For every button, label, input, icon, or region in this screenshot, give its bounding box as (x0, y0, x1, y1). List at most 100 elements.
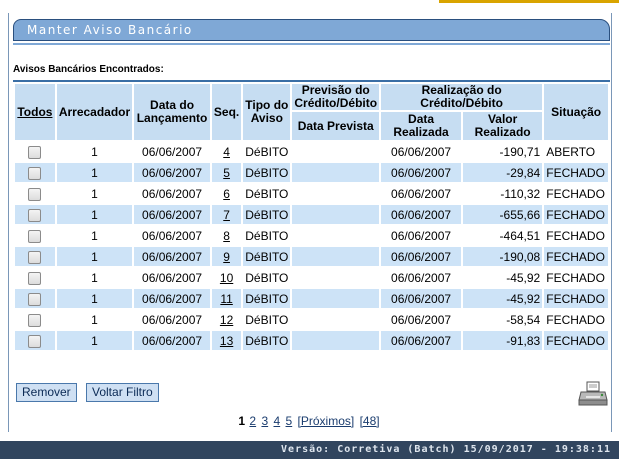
cell-seq: 7 (211, 205, 242, 224)
pager-page[interactable]: 4 (273, 414, 280, 428)
cell-valor: -29,84 (463, 163, 543, 182)
seq-link[interactable]: 7 (223, 208, 230, 222)
cell-data-prevista (292, 205, 380, 224)
pager-next-link[interactable]: [Próximos] (298, 414, 355, 428)
cell-valor: -91,83 (463, 331, 543, 350)
cell-data-realizada: 06/06/2007 (381, 163, 462, 182)
cell-seq: 5 (211, 163, 242, 182)
pager-page[interactable]: 5 (286, 414, 293, 428)
pager-page[interactable]: 2 (249, 414, 256, 428)
cell-valor: -190,08 (463, 247, 543, 266)
row-checkbox[interactable] (28, 166, 42, 180)
cell-situacao: FECHADO (544, 289, 608, 308)
cell-seq: 6 (211, 184, 242, 203)
row-checkbox[interactable] (28, 250, 42, 264)
cell-situacao: FECHADO (544, 310, 608, 329)
cell-data-prevista (292, 310, 380, 329)
row-checkbox-cell (15, 247, 55, 266)
cell-data-lancamento: 06/06/2007 (134, 226, 210, 245)
cell-data-prevista (292, 331, 380, 350)
row-checkbox-cell (15, 226, 55, 245)
cell-valor: -464,51 (463, 226, 543, 245)
table-row: 1 06/06/2007 6 DéBITO 06/06/2007 -110,32 FECHA… (15, 184, 608, 203)
row-checkbox[interactable] (28, 229, 42, 243)
cell-tipo: DéBITO (243, 226, 291, 245)
seq-link[interactable]: 10 (220, 271, 233, 285)
cell-seq: 10 (211, 268, 242, 287)
todos-link[interactable]: Todos (17, 105, 52, 119)
cell-data-realizada: 06/06/2007 (381, 310, 462, 329)
cell-data-realizada: 06/06/2007 (381, 226, 462, 245)
seq-link[interactable]: 9 (223, 250, 230, 264)
cell-data-lancamento: 06/06/2007 (134, 142, 210, 161)
cell-data-lancamento: 06/06/2007 (134, 268, 210, 287)
remover-button[interactable]: Remover (16, 383, 77, 402)
cell-arrecadador: 1 (56, 205, 133, 224)
row-checkbox[interactable] (28, 208, 42, 222)
row-checkbox[interactable] (28, 145, 42, 159)
cell-data-prevista (292, 163, 380, 182)
cell-data-lancamento: 06/06/2007 (134, 205, 210, 224)
row-checkbox[interactable] (28, 292, 42, 306)
seq-link[interactable]: 8 (223, 229, 230, 243)
seq-link[interactable]: 11 (220, 292, 232, 306)
row-checkbox[interactable] (28, 313, 42, 327)
table-row: 1 06/06/2007 12 DéBITO 06/06/2007 -58,54 FECHA… (15, 310, 608, 329)
row-checkbox-cell (15, 205, 55, 224)
row-checkbox-cell (15, 331, 55, 350)
seq-link[interactable]: 4 (223, 145, 230, 159)
cell-situacao: FECHADO (544, 331, 608, 350)
cell-situacao: FECHADO (544, 184, 608, 203)
cell-data-lancamento: 06/06/2007 (134, 247, 210, 266)
cell-seq: 11 (211, 289, 242, 308)
row-checkbox[interactable] (28, 187, 42, 201)
cell-tipo: DéBITO (243, 247, 291, 266)
avisos-table: Todos Arrecadador Data do Lançamento Seq… (13, 80, 610, 352)
cell-data-prevista (292, 226, 380, 245)
cell-valor: -45,92 (463, 268, 543, 287)
cell-situacao: FECHADO (544, 268, 608, 287)
section-label: Avisos Bancários Encontrados: (13, 64, 164, 75)
row-checkbox[interactable] (28, 271, 42, 285)
cell-valor: -58,54 (463, 310, 543, 329)
cell-situacao: FECHADO (544, 226, 608, 245)
seq-link[interactable]: 5 (223, 166, 230, 180)
header-tipo-aviso: Tipo do Aviso (243, 84, 291, 140)
row-checkbox-cell (15, 289, 55, 308)
voltar-filtro-button[interactable]: Voltar Filtro (86, 383, 159, 402)
title-underline (13, 43, 610, 45)
cell-data-lancamento: 06/06/2007 (134, 184, 210, 203)
cell-situacao: FECHADO (544, 163, 608, 182)
row-checkbox-cell (15, 142, 55, 161)
cell-valor: -45,92 (463, 289, 543, 308)
cell-data-realizada: 06/06/2007 (381, 142, 462, 161)
cell-arrecadador: 1 (56, 184, 133, 203)
seq-link[interactable]: 13 (220, 334, 233, 348)
seq-link[interactable]: 12 (220, 313, 233, 327)
pager-last-link[interactable]: [48] (360, 414, 380, 428)
row-checkbox[interactable] (28, 334, 42, 348)
table-row: 1 06/06/2007 5 DéBITO 06/06/2007 -29,84 FECHAD… (15, 163, 608, 182)
table-row: 1 06/06/2007 13 DéBITO 06/06/2007 -91,83 FECHA… (15, 331, 608, 350)
cell-arrecadador: 1 (56, 142, 133, 161)
header-previsao: Previsão do Crédito/Débito (292, 83, 380, 110)
cell-data-realizada: 06/06/2007 (381, 247, 462, 266)
cell-data-lancamento: 06/06/2007 (134, 163, 210, 182)
cell-seq: 8 (211, 226, 242, 245)
table-row: 1 06/06/2007 10 DéBITO 06/06/2007 -45,92 FECHA… (15, 268, 608, 287)
header-data-prevista: Data Prevista (292, 112, 380, 140)
pager-page[interactable]: 3 (261, 414, 268, 428)
cell-data-lancamento: 06/06/2007 (134, 289, 210, 308)
cell-data-lancamento: 06/06/2007 (134, 310, 210, 329)
table-row: 1 06/06/2007 7 DéBITO 06/06/2007 -655,66 FECHA… (15, 205, 608, 224)
cell-tipo: DéBITO (243, 205, 291, 224)
cell-data-realizada: 06/06/2007 (381, 184, 462, 203)
seq-link[interactable]: 6 (223, 187, 230, 201)
header-realizacao: Realização do Crédito/Débito (381, 84, 543, 110)
cell-data-prevista (292, 268, 380, 287)
cell-valor: -110,32 (463, 184, 543, 203)
cell-seq: 13 (211, 331, 242, 350)
pagination: 1 2 3 4 5 [Próximos] [48] (0, 414, 619, 428)
printer-icon[interactable] (578, 380, 608, 408)
table-row: 1 06/06/2007 8 DéBITO 06/06/2007 -464,51 FECHA… (15, 226, 608, 245)
